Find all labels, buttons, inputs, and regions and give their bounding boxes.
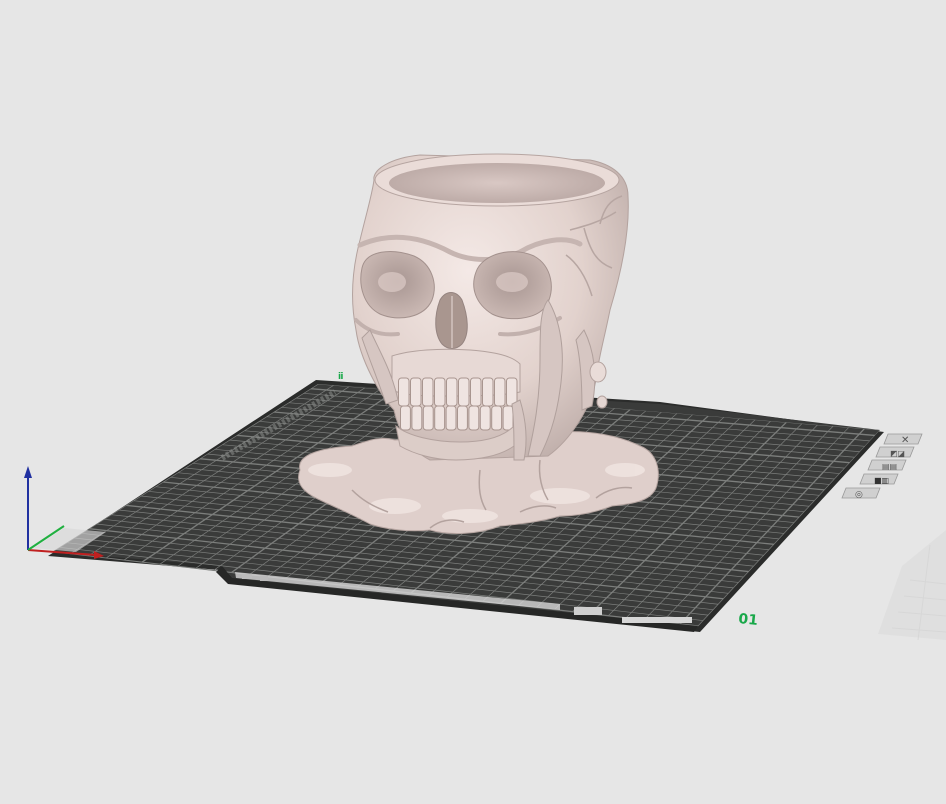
- tooth: [446, 377, 458, 407]
- drip-blob: [589, 361, 607, 383]
- arrange-icon: ▤▤: [882, 462, 897, 471]
- tooth: [468, 405, 480, 431]
- tooth: [457, 405, 468, 431]
- tooth: [411, 405, 423, 431]
- tooth: [445, 405, 457, 431]
- tooth: [482, 377, 494, 407]
- plate-arrange-button[interactable]: ▤▤: [867, 459, 907, 471]
- skull-planter-model[interactable]: [298, 153, 659, 534]
- tooth: [470, 377, 482, 407]
- strip-mark: [260, 576, 268, 581]
- plate-back-marker: ⅱ: [338, 372, 343, 382]
- tooth: [494, 377, 506, 407]
- lock-icon: ■▥: [874, 476, 889, 485]
- tooth: [502, 405, 514, 431]
- z-axis-arrow-icon: [24, 466, 32, 478]
- tooth: [479, 405, 491, 431]
- plate-settings-button[interactable]: ◎: [841, 487, 881, 500]
- tooth: [400, 405, 411, 431]
- right-eye-highlight: [496, 272, 528, 292]
- drip-blob: [596, 395, 608, 409]
- plate-lock-button[interactable]: ■▥: [859, 473, 899, 485]
- tooth: [491, 405, 503, 431]
- strip-mark: [242, 574, 252, 579]
- tooth: [410, 377, 422, 407]
- tooth: [458, 377, 470, 407]
- tooth: [422, 405, 434, 431]
- strip-mark: [622, 617, 692, 623]
- 3d-viewport[interactable]: 01 ⅱ ✕ ◩◪ ▤▤ ■▥ ◎: [0, 0, 946, 800]
- close-icon: ✕: [901, 435, 909, 446]
- plate-close-button[interactable]: ✕: [883, 433, 923, 446]
- tooth: [398, 377, 410, 407]
- tooth: [434, 377, 446, 407]
- plate-orient-button[interactable]: ◩◪: [875, 446, 915, 458]
- tooth: [422, 377, 434, 407]
- tooth: [434, 405, 446, 431]
- left-eye-highlight: [378, 272, 406, 292]
- orient-icon: ◩◪: [890, 449, 905, 458]
- settings-icon: ◎: [855, 490, 863, 500]
- strip-mark: [574, 607, 602, 615]
- cup-opening: [389, 163, 605, 203]
- neighbor-plate[interactable]: [878, 530, 946, 641]
- plate-number: 01: [738, 611, 759, 629]
